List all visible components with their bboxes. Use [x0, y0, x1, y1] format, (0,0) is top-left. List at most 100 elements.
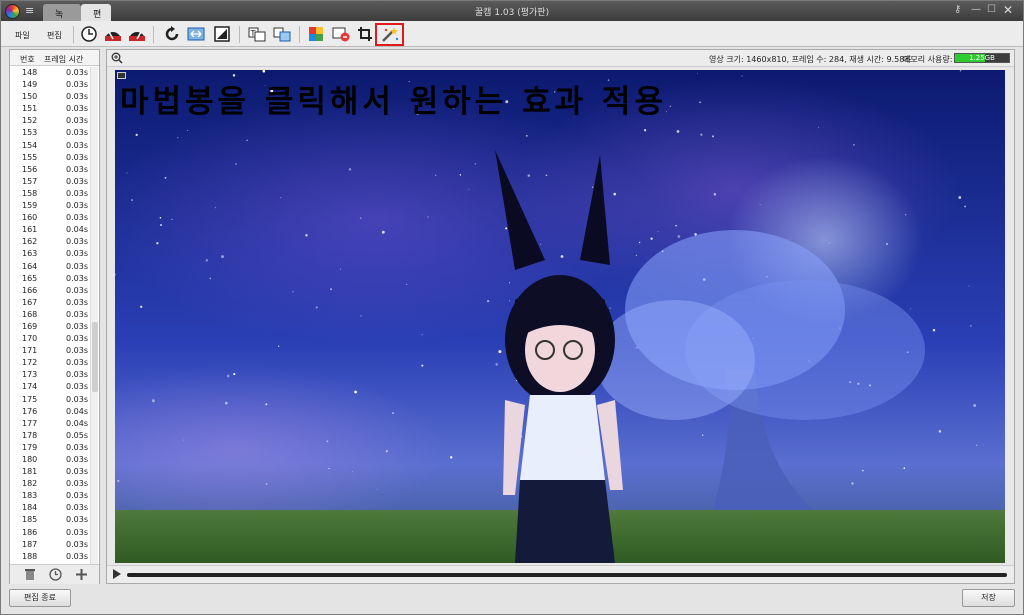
info-bar: 영상 크기: 1460x810, 프레임 수: 284, 재생 시간: 9.58… — [107, 50, 1014, 67]
frame-row[interactable]: 152 0.03s — [10, 115, 90, 127]
frame-row[interactable]: 173 0.03s — [10, 369, 90, 381]
frame-row[interactable]: 154 0.03s — [10, 140, 90, 152]
color-icon[interactable] — [308, 25, 326, 43]
frame-number: 148 — [22, 68, 38, 77]
frame-row[interactable]: 164 0.03s — [10, 261, 90, 273]
delete-frames-icon[interactable] — [332, 25, 350, 43]
trash-icon[interactable] — [24, 568, 36, 581]
minimize-button[interactable]: — — [971, 4, 981, 15]
frame-row[interactable]: 181 0.03s — [10, 466, 90, 478]
frame-row[interactable]: 156 0.03s — [10, 164, 90, 176]
frame-row[interactable]: 161 0.04s — [10, 224, 90, 236]
frame-row[interactable]: 177 0.04s — [10, 418, 90, 430]
frame-row[interactable]: 174 0.03s — [10, 381, 90, 393]
column-header-number[interactable]: 번호 — [20, 54, 35, 65]
star-dot — [360, 315, 362, 317]
frame-row[interactable]: 171 0.03s — [10, 345, 90, 357]
frame-row[interactable]: 172 0.03s — [10, 357, 90, 369]
frame-number: 161 — [22, 225, 38, 235]
magic-wand-icon[interactable] — [381, 25, 399, 43]
resize-icon[interactable] — [187, 25, 205, 43]
frame-row[interactable]: 175 0.03s — [10, 394, 90, 406]
frame-list-header: 번호 프레임 시간 — [10, 50, 99, 66]
star-dot — [171, 218, 173, 221]
menu-edit[interactable]: 편집 — [47, 30, 62, 41]
frame-row[interactable]: 184 0.03s — [10, 502, 90, 514]
frame-row[interactable]: 183 0.03s — [10, 490, 90, 502]
frame-row[interactable]: 163 0.03s — [10, 248, 90, 260]
frame-row[interactable]: 182 0.03s — [10, 478, 90, 490]
crop-icon[interactable] — [356, 25, 374, 43]
toolbar-divider — [299, 26, 300, 43]
add-icon[interactable] — [75, 568, 88, 581]
clock-icon[interactable] — [80, 25, 98, 43]
close-button[interactable]: ✕ — [1003, 3, 1013, 17]
frame-time: 0.03s — [66, 201, 88, 211]
frame-preview[interactable]: 마법봉을 클릭해서 원하는 효과 적용 — [115, 70, 1005, 563]
frame-row[interactable]: 170 0.03s — [10, 333, 90, 345]
frame-row[interactable]: 165 0.03s — [10, 273, 90, 285]
frame-time: 0.03s — [66, 285, 88, 295]
frame-row[interactable]: 180 0.03s — [10, 454, 90, 466]
scrollbar-thumb[interactable] — [92, 322, 98, 392]
text-icon[interactable]: T — [248, 25, 266, 43]
frame-list-scrollbar[interactable] — [90, 67, 98, 565]
end-edit-button[interactable]: 편집 종료 — [9, 589, 71, 607]
star-dot — [421, 364, 424, 367]
frame-number: 185 — [22, 515, 38, 525]
frame-row[interactable]: 148 0.03s — [10, 67, 90, 79]
speed-down-icon[interactable] — [104, 25, 122, 43]
maximize-button[interactable]: ☐ — [987, 4, 996, 15]
clock-icon[interactable] — [49, 568, 62, 581]
frame-row[interactable]: 167 0.03s — [10, 297, 90, 309]
frame-row[interactable]: 159 0.03s — [10, 200, 90, 212]
frame-number: 166 — [22, 285, 38, 295]
crop-frame-icon[interactable] — [213, 25, 231, 43]
frame-number: 177 — [22, 418, 38, 428]
frame-time: 0.04s — [66, 418, 88, 428]
refresh-icon[interactable] — [163, 25, 181, 43]
frame-row[interactable]: 166 0.03s — [10, 285, 90, 297]
frame-row[interactable]: 179 0.03s — [10, 442, 90, 454]
frame-number: 182 — [22, 479, 38, 489]
frame-row[interactable]: 187 0.03s — [10, 539, 90, 551]
frame-number: 170 — [22, 334, 38, 344]
frame-row[interactable]: 149 0.03s — [10, 79, 90, 91]
frame-row[interactable]: 168 0.03s — [10, 309, 90, 321]
star-dot — [340, 268, 342, 270]
frame-row[interactable]: 169 0.03s — [10, 321, 90, 333]
frame-time: 0.03s — [66, 92, 88, 102]
frame-row[interactable]: 157 0.03s — [10, 176, 90, 188]
frame-row[interactable]: 153 0.03s — [10, 127, 90, 139]
frame-row[interactable]: 186 0.03s — [10, 527, 90, 539]
frame-row[interactable]: 162 0.03s — [10, 236, 90, 248]
frame-row[interactable]: 155 0.03s — [10, 152, 90, 164]
frame-row[interactable]: 150 0.03s — [10, 91, 90, 103]
frame-time: 0.03s — [66, 140, 88, 150]
key-icon[interactable]: ⚷ — [954, 4, 961, 15]
frame-number: 186 — [22, 527, 38, 537]
star-dot — [759, 203, 761, 205]
frame-row[interactable]: 178 0.05s — [10, 430, 90, 442]
frame-row[interactable]: 160 0.03s — [10, 212, 90, 224]
timeline-track[interactable] — [127, 573, 1007, 577]
frame-row[interactable]: 188 0.03s — [10, 551, 90, 563]
save-button[interactable]: 저장 — [962, 589, 1015, 607]
speed-up-icon[interactable] — [128, 25, 146, 43]
column-header-frame-time[interactable]: 프레임 시간 — [44, 54, 83, 65]
frame-number: 167 — [22, 297, 38, 307]
frame-row[interactable]: 158 0.03s — [10, 188, 90, 200]
playback-bar — [107, 565, 1014, 583]
star-dot — [177, 137, 179, 139]
frame-row[interactable]: 176 0.04s — [10, 406, 90, 418]
star-dot — [262, 70, 266, 73]
editor-panel: 영상 크기: 1460x810, 프레임 수: 284, 재생 시간: 9.58… — [106, 49, 1015, 584]
frame-number: 173 — [22, 370, 38, 380]
play-icon[interactable] — [113, 569, 121, 579]
zoom-icon[interactable] — [111, 52, 123, 64]
menu-file[interactable]: 파일 — [15, 30, 30, 41]
frame-row[interactable]: 151 0.03s — [10, 103, 90, 115]
watermark-icon[interactable] — [273, 25, 291, 43]
frame-row[interactable]: 185 0.03s — [10, 514, 90, 526]
memory-usage-bar: 1.25GB — [954, 53, 1010, 63]
